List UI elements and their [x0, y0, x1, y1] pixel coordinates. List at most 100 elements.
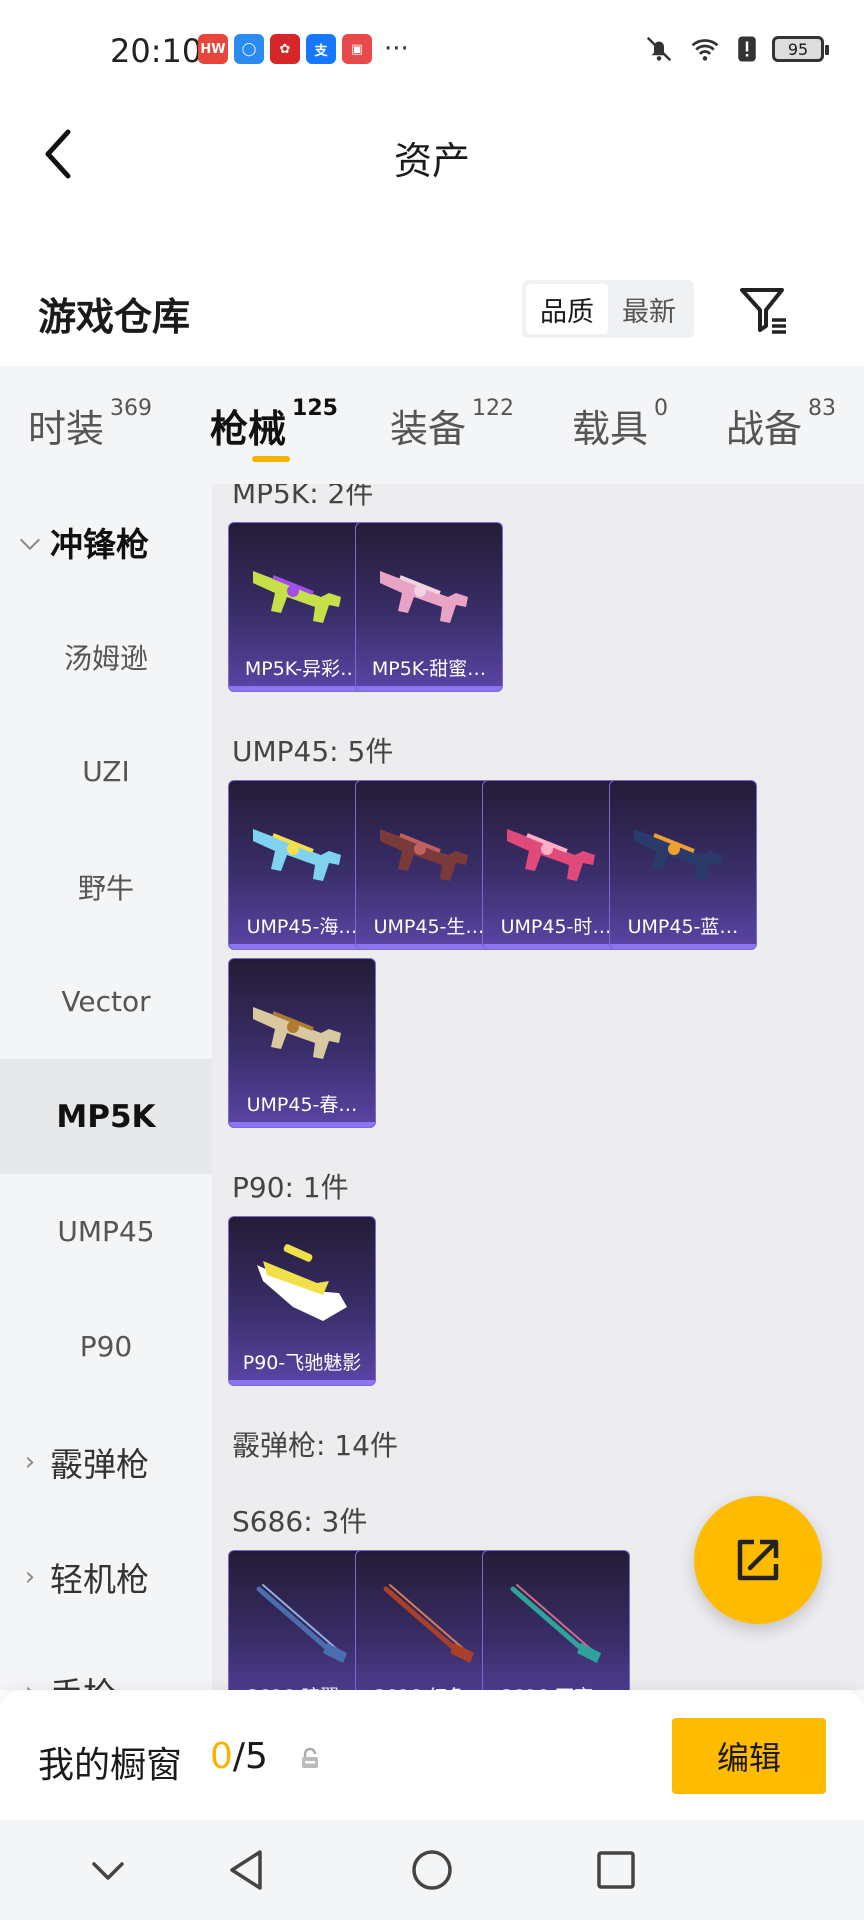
sidebar-item-10[interactable]: › 手枪: [0, 1634, 212, 1691]
smg-icon: [243, 541, 363, 641]
sidebar-item-label: 冲锋枪: [50, 524, 149, 564]
tab-count: 0: [654, 396, 669, 421]
more-notifications-icon: ···: [384, 34, 409, 64]
nav-back-button[interactable]: [218, 1840, 278, 1900]
item-card[interactable]: UMP45-时…: [482, 780, 630, 950]
share-fab-button[interactable]: [694, 1496, 822, 1624]
sidebar-item-2[interactable]: UZI: [0, 714, 212, 829]
item-card[interactable]: UMP45-海…: [228, 780, 376, 950]
sort-quality-button[interactable]: 品质: [526, 284, 608, 334]
tab-label: 装备: [390, 407, 467, 451]
app-glyph: HW: [200, 41, 226, 57]
tab-1[interactable]: 枪械 125: [210, 396, 338, 453]
sidebar-item-label: Vector: [61, 985, 151, 1018]
tab-2[interactable]: 装备 122: [390, 396, 515, 453]
sidebar-item-label: UMP45: [57, 1215, 155, 1248]
section-title: P90: 1件: [232, 1171, 349, 1204]
sidebar-item-label: UZI: [82, 755, 130, 788]
app-glyph: ◯: [241, 41, 257, 57]
item-name: UMP45-时…: [500, 916, 612, 938]
sidebar-item-4[interactable]: Vector: [0, 944, 212, 1059]
sort-newest-button[interactable]: 最新: [608, 284, 690, 334]
sidebar-item-label: 野牛: [77, 871, 134, 905]
item-name: P90-飞驰魅影: [242, 1352, 362, 1374]
section-title: S686: 3件: [232, 1505, 368, 1538]
lock-icon: [302, 1747, 318, 1768]
nav-home-button[interactable]: [402, 1840, 462, 1900]
edit-button[interactable]: 编辑: [672, 1718, 826, 1794]
item-card[interactable]: UMP45-生…: [355, 780, 503, 950]
item-card[interactable]: S686-不夜…: [482, 1550, 630, 1690]
item-card[interactable]: UMP45-蓝…: [609, 780, 757, 950]
app-glyph: ✿: [279, 41, 291, 57]
system-nav-bar: [0, 1820, 864, 1920]
square-recents-icon: [597, 1851, 635, 1889]
alipay-icon: 支: [306, 34, 336, 64]
chevron-right-icon: ›: [24, 1446, 36, 1477]
sidebar-item-label: 霰弹枪: [50, 1444, 149, 1484]
showcase-current: 0: [210, 1736, 233, 1777]
item-name: S686-暗翼…: [229, 1683, 375, 1690]
sidebar-item-3[interactable]: 野牛: [0, 829, 212, 944]
item-card[interactable]: UMP45-春…: [228, 958, 376, 1128]
item-name: UMP45-春…: [246, 1094, 358, 1116]
tab-count: 369: [110, 396, 153, 421]
item-name: MP5K-异彩…: [244, 658, 360, 680]
circle-home-icon: [412, 1850, 452, 1890]
item-name: S686-不夜…: [483, 1683, 629, 1690]
tab-0[interactable]: 时装 369: [28, 396, 153, 453]
section-title: 霰弹枪: 14件: [232, 1429, 398, 1462]
alert-icon: [738, 36, 756, 62]
filter-button[interactable]: [736, 282, 792, 338]
chevron-right-icon: ›: [24, 1561, 36, 1592]
item-card[interactable]: MP5K-异彩…: [228, 522, 376, 692]
status-bar: 20:10 HW ◯ ✿ 支 ▣ ··· 95: [0, 0, 864, 104]
chevron-down-icon: ⌵: [20, 526, 40, 556]
item-name: MP5K-甜蜜…: [371, 658, 487, 680]
gift-app-icon: ▣: [342, 34, 372, 64]
wifi-icon: [691, 39, 719, 61]
page-title: 资产: [393, 139, 470, 183]
chevron-down-icon: [92, 1862, 124, 1880]
smg-icon: [243, 799, 363, 899]
showcase-bar: 我的橱窗 0/5 编辑: [0, 1690, 864, 1820]
filter-icon: [740, 288, 786, 334]
item-card[interactable]: MP5K-甜蜜…: [355, 522, 503, 692]
item-name: UMP45-海…: [246, 916, 358, 938]
nav-collapse-button[interactable]: [78, 1840, 138, 1900]
tab-4[interactable]: 战备 83: [726, 396, 836, 453]
sidebar-item-8[interactable]: › 霰弹枪: [0, 1404, 212, 1519]
shotgun-icon: [497, 1569, 617, 1669]
item-card[interactable]: S686-暗翼…: [228, 1550, 376, 1690]
category-tabs: 时装 369 枪械 125 装备 122 载具 0 战备 83: [0, 366, 864, 484]
tab-label: 枪械: [210, 407, 287, 451]
sidebar-item-1[interactable]: 汤姆逊: [0, 599, 212, 714]
app-glyph: ▣: [350, 41, 364, 57]
triangle-back-icon: [230, 1850, 262, 1890]
huawei-app-icon: HW: [198, 34, 228, 64]
sidebar-item-0[interactable]: ⌵ 冲锋枪: [0, 484, 212, 599]
item-name: UMP45-蓝…: [627, 916, 739, 938]
p90-rifle-icon: [243, 1235, 363, 1335]
tab-label: 载具: [572, 407, 649, 451]
sidebar-item-label: 轻机枪: [50, 1559, 149, 1599]
item-card[interactable]: S686-红色…: [355, 1550, 503, 1690]
smg-icon: [624, 799, 744, 899]
warehouse-title: 游戏仓库: [38, 295, 191, 339]
browser-app-icon: ◯: [234, 34, 264, 64]
showcase-total: /5: [232, 1736, 268, 1777]
item-card[interactable]: P90-飞驰魅影: [228, 1216, 376, 1386]
sidebar-item-5[interactable]: MP5K: [0, 1059, 212, 1174]
smg-icon: [497, 799, 617, 899]
chevron-right-icon: ›: [16, 1677, 44, 1691]
showcase-label: 我的橱窗: [38, 1745, 183, 1786]
shotgun-icon: [243, 1569, 363, 1669]
nav-recents-button[interactable]: [586, 1840, 646, 1900]
tab-3[interactable]: 载具 0: [572, 396, 669, 453]
tab-count: 122: [472, 396, 515, 421]
smg-icon: [370, 541, 490, 641]
sidebar-item-7[interactable]: P90: [0, 1289, 212, 1404]
battery-level: 95: [787, 39, 809, 59]
sidebar-item-6[interactable]: UMP45: [0, 1174, 212, 1289]
sidebar-item-9[interactable]: › 轻机枪: [0, 1519, 212, 1634]
